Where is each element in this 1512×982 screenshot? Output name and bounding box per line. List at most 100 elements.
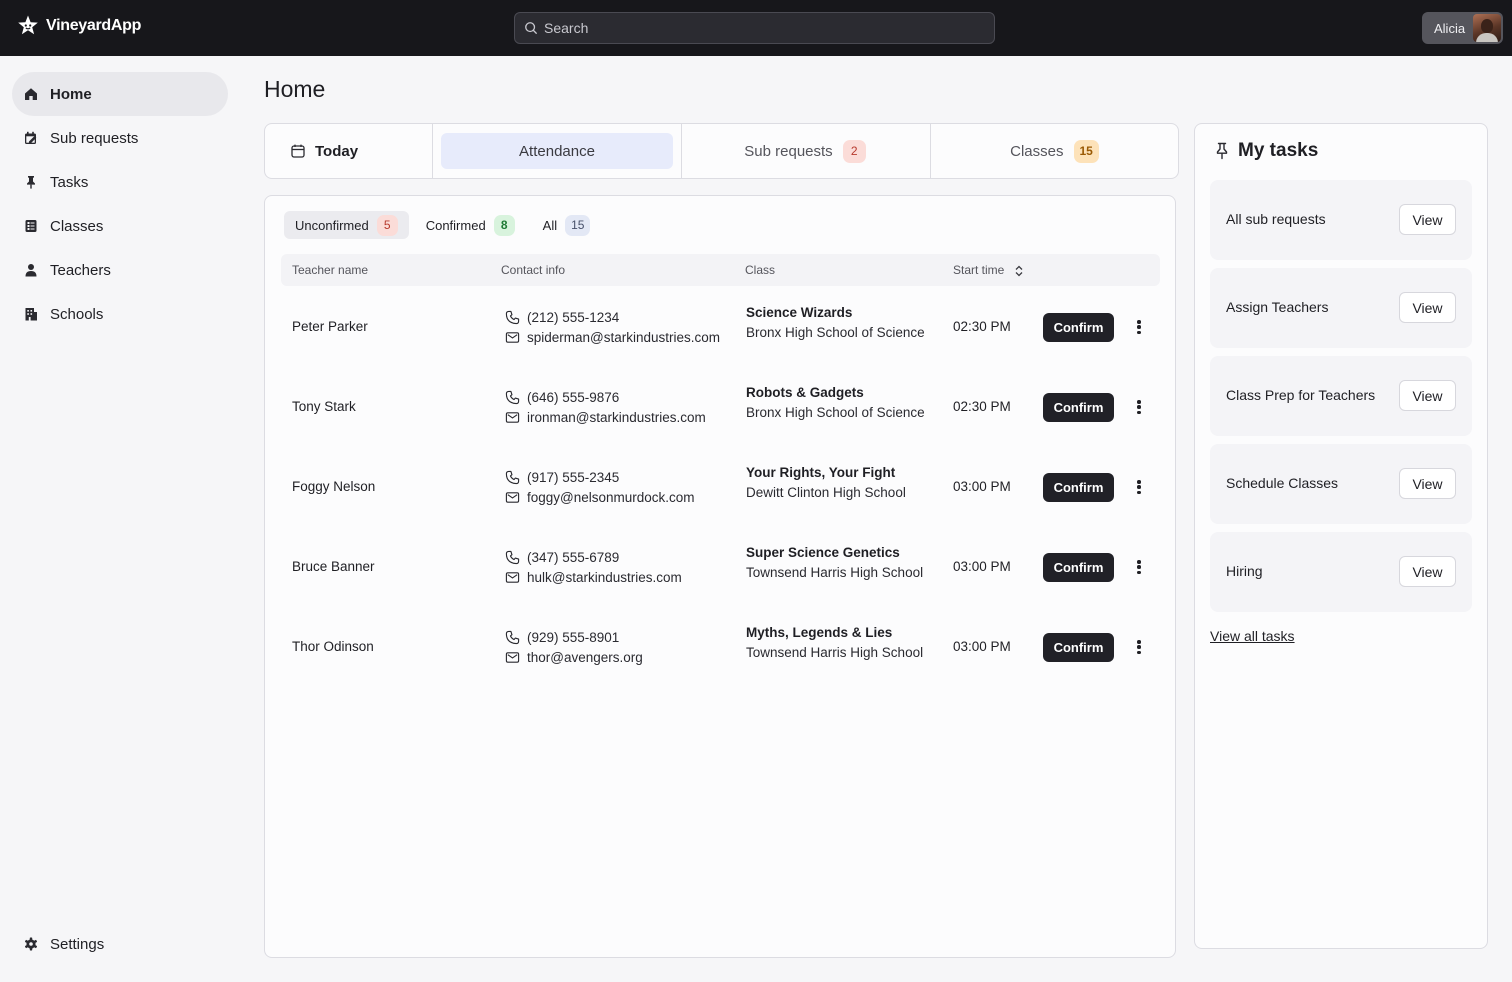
- email-address[interactable]: spiderman@starkindustries.com: [527, 330, 720, 345]
- confirm-button[interactable]: Confirm: [1043, 313, 1114, 342]
- unconfirmed-count-badge: 5: [376, 214, 398, 236]
- view-all-tasks-link[interactable]: View all tasks: [1210, 628, 1295, 644]
- school-name: Dewitt Clinton High School: [746, 485, 906, 500]
- sidebar-item-label: Sub requests: [50, 129, 139, 147]
- teacher-name: Foggy Nelson: [292, 479, 376, 494]
- phone-number[interactable]: (347) 555-6789: [527, 550, 619, 565]
- sidebar-item-schools[interactable]: Schools: [12, 292, 228, 336]
- phone-line: (929) 555-8901: [505, 627, 643, 647]
- class-title: Robots & Gadgets: [746, 385, 864, 400]
- gear-icon: [24, 937, 38, 951]
- classes-count-badge: 15: [1073, 139, 1099, 163]
- sidebar-item-tasks[interactable]: Tasks: [12, 160, 228, 204]
- sidebar-item-label: Tasks: [50, 173, 89, 191]
- contact-info: (929) 555-8901 thor@avengers.org: [505, 627, 643, 667]
- page-title: Home: [264, 76, 326, 102]
- sidebar-item-label: Home: [50, 85, 92, 103]
- tab-classes[interactable]: Classes 15: [930, 124, 1179, 178]
- table-row: Tony Stark (646) 555-9876 ironman@starki…: [281, 367, 1160, 447]
- more-options-icon[interactable]: [1131, 317, 1147, 337]
- tab-divider: [432, 124, 433, 178]
- sidebar-item-teachers[interactable]: Teachers: [12, 248, 228, 292]
- confirm-button[interactable]: Confirm: [1043, 473, 1114, 502]
- table-row: Thor Odinson (929) 555-8901 thor@avenger…: [281, 607, 1160, 687]
- sidebar-item-label: Teachers: [50, 261, 111, 279]
- phone-number[interactable]: (917) 555-2345: [527, 470, 619, 485]
- confirm-button[interactable]: Confirm: [1043, 633, 1114, 662]
- sidebar-item-home[interactable]: Home: [12, 72, 228, 116]
- column-header-contact-info[interactable]: Contact info: [501, 263, 565, 277]
- my-tasks-header: My tasks: [1214, 140, 1318, 162]
- sidebar-item-sub-requests[interactable]: Sub requests: [12, 116, 228, 160]
- class-title: Super Science Genetics: [746, 545, 900, 560]
- user-menu-button[interactable]: Alicia: [1422, 12, 1503, 44]
- view-task-button[interactable]: View: [1399, 292, 1456, 323]
- phone-number[interactable]: (646) 555-9876: [527, 390, 619, 405]
- filter-label: All: [542, 217, 558, 233]
- confirm-button[interactable]: Confirm: [1043, 553, 1114, 582]
- filter-label: Confirmed: [425, 217, 486, 233]
- teacher-name: Tony Stark: [292, 399, 356, 414]
- phone-line: (212) 555-1234: [505, 307, 720, 327]
- filter-unconfirmed[interactable]: Unconfirmed 5: [284, 211, 409, 239]
- search-bar[interactable]: [514, 12, 995, 44]
- email-address[interactable]: foggy@nelsonmurdock.com: [527, 490, 695, 505]
- tab-today-label: Today: [315, 142, 359, 160]
- view-task-button[interactable]: View: [1399, 556, 1456, 587]
- filter-confirmed[interactable]: Confirmed 8: [415, 211, 526, 239]
- sort-icon[interactable]: [1014, 265, 1024, 277]
- pin-icon: [24, 175, 38, 189]
- search-icon: [525, 22, 537, 34]
- user-name: Alicia: [1434, 20, 1466, 36]
- table-header: Teacher name Contact info Class Start ti…: [281, 254, 1160, 286]
- logo-star-icon: [18, 15, 38, 35]
- table-row: Peter Parker (212) 555-1234 spiderman@st…: [281, 287, 1160, 367]
- class-title: Myths, Legends & Lies: [746, 625, 893, 640]
- email-address[interactable]: ironman@starkindustries.com: [527, 410, 706, 425]
- email-line: spiderman@starkindustries.com: [505, 327, 720, 347]
- more-options-icon[interactable]: [1131, 397, 1147, 417]
- more-options-icon[interactable]: [1131, 637, 1147, 657]
- start-time: 02:30 PM: [953, 399, 1011, 414]
- sidebar-item-classes[interactable]: Classes: [12, 204, 228, 248]
- tab-attendance[interactable]: Attendance: [441, 133, 673, 169]
- more-options-icon[interactable]: [1131, 557, 1147, 577]
- column-header-start-time[interactable]: Start time: [953, 263, 1024, 277]
- view-task-button[interactable]: View: [1399, 468, 1456, 499]
- phone-number[interactable]: (929) 555-8901: [527, 630, 619, 645]
- sidebar-item-settings[interactable]: Settings: [12, 922, 228, 966]
- column-header-teacher-name[interactable]: Teacher name: [292, 263, 368, 277]
- email-line: ironman@starkindustries.com: [505, 407, 706, 427]
- teacher-name: Peter Parker: [292, 319, 368, 334]
- phone-number[interactable]: (212) 555-1234: [527, 310, 619, 325]
- pin-icon: [1216, 142, 1228, 160]
- app-logo[interactable]: VineyardApp: [16, 14, 141, 38]
- attendance-filters: Unconfirmed 5 Confirmed 8 All 15: [284, 211, 601, 239]
- filter-all[interactable]: All 15: [532, 211, 602, 239]
- sidebar: Home Sub requests Tasks Classes Teachers…: [0, 56, 240, 982]
- tab-today[interactable]: Today: [265, 124, 432, 178]
- column-header-class[interactable]: Class: [745, 263, 775, 277]
- email-line: hulk@starkindustries.com: [505, 567, 682, 587]
- tab-sub-requests[interactable]: Sub requests 2: [681, 124, 929, 178]
- phone-icon: [505, 310, 520, 324]
- attendance-card: Unconfirmed 5 Confirmed 8 All 15 Teacher…: [264, 195, 1176, 958]
- email-line: thor@avengers.org: [505, 647, 643, 667]
- confirm-button[interactable]: Confirm: [1043, 393, 1114, 422]
- top-bar: VineyardApp Alicia: [0, 0, 1512, 56]
- class-info: Robots & Gadgets Bronx High School of Sc…: [746, 383, 925, 423]
- email-address[interactable]: thor@avengers.org: [527, 650, 643, 665]
- table-row: Bruce Banner (347) 555-6789 hulk@starkin…: [281, 527, 1160, 607]
- my-tasks-panel: My tasks All sub requests View Assign Te…: [1194, 123, 1488, 949]
- calendar-icon: [291, 144, 305, 158]
- phone-icon: [505, 390, 520, 404]
- view-task-button[interactable]: View: [1399, 380, 1456, 411]
- email-address[interactable]: hulk@starkindustries.com: [527, 570, 682, 585]
- view-task-button[interactable]: View: [1399, 204, 1456, 235]
- table-row: Foggy Nelson (917) 555-2345 foggy@nelson…: [281, 447, 1160, 527]
- all-count-badge: 15: [565, 214, 591, 236]
- teacher-name: Thor Odinson: [292, 639, 374, 654]
- more-options-icon[interactable]: [1131, 477, 1147, 497]
- search-input[interactable]: [544, 20, 964, 36]
- teacher-name: Bruce Banner: [292, 559, 375, 574]
